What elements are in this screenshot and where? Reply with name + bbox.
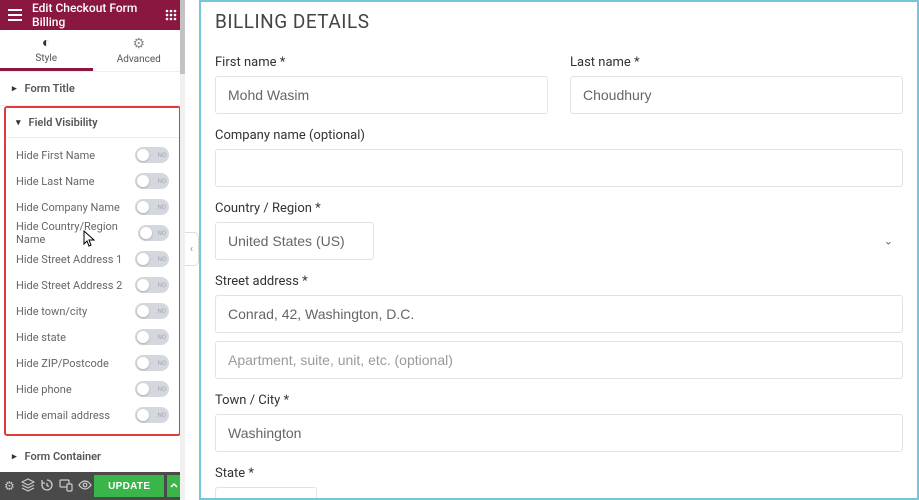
field-visibility-label: Hide state: [16, 331, 66, 344]
country-select[interactable]: United States (US): [215, 222, 374, 260]
sidebar-footer: ⚙ UPDATE: [0, 472, 185, 500]
field-visibility-row: Hide Company Name NO: [16, 194, 169, 220]
section-field-visibility[interactable]: ▾ Field Visibility: [6, 108, 179, 138]
last-name-label: Last name *: [570, 55, 903, 70]
panel-title: Edit Checkout Form Billing: [32, 1, 165, 29]
field-visibility-row: Hide Street Address 2 NO: [16, 272, 169, 298]
state-field: State * California ⌄: [215, 466, 903, 500]
field-visibility-body: Hide First NameNOHide Last NameNOHide Co…: [6, 138, 179, 434]
tab-label: Advanced: [117, 54, 161, 65]
field-visibility-row: Hide state NO: [16, 324, 169, 350]
update-options-button[interactable]: [167, 475, 181, 497]
hamburger-icon[interactable]: [8, 9, 22, 21]
town-label: Town / City *: [215, 393, 903, 408]
field-visibility-row: Hide Country/Region NameNO: [16, 220, 169, 246]
toggle-switch[interactable]: NO: [135, 381, 169, 397]
field-visibility-label: Hide phone: [16, 383, 72, 396]
field-visibility-row: Hide town/city NO: [16, 298, 169, 324]
street-label: Street address *: [215, 274, 903, 289]
toggle-switch[interactable]: NO: [135, 251, 169, 267]
first-name-field: First name *: [215, 55, 548, 114]
update-button[interactable]: UPDATE: [94, 475, 164, 497]
country-label: Country / Region *: [215, 201, 903, 216]
style-icon: ◐: [42, 34, 50, 51]
section-form-container[interactable]: ▸ Form Container: [0, 440, 185, 474]
toggle-switch[interactable]: NO: [135, 303, 169, 319]
toggle-switch[interactable]: NO: [138, 225, 169, 241]
collapse-panel-button[interactable]: ‹: [185, 232, 199, 266]
sidebar-header: Edit Checkout Form Billing: [0, 0, 185, 30]
field-visibility-label: Hide email address: [16, 409, 110, 422]
field-visibility-row: Hide phone NO: [16, 376, 169, 402]
toggle-switch[interactable]: NO: [135, 199, 169, 215]
preview-pane: BILLING DETAILS First name * Last name *…: [199, 0, 919, 500]
section-field-visibility-box: ▾ Field Visibility Hide First NameNOHide…: [4, 106, 181, 436]
billing-heading: BILLING DETAILS: [215, 10, 903, 33]
company-label: Company name (optional): [215, 128, 903, 143]
section-label: Form Container: [25, 450, 101, 463]
toggle-switch[interactable]: NO: [135, 277, 169, 293]
field-visibility-row: Hide Street Address 1 NO: [16, 246, 169, 272]
field-visibility-row: Hide First Name NO: [16, 142, 169, 168]
town-field: Town / City *: [215, 393, 903, 452]
sidebar: Edit Checkout Form Billing ◐ Style ⚙ Adv…: [0, 0, 185, 500]
last-name-field: Last name *: [570, 55, 903, 114]
state-label: State *: [215, 466, 903, 481]
first-name-input[interactable]: [215, 76, 548, 114]
toggle-switch[interactable]: NO: [135, 355, 169, 371]
chevron-down-icon: ▾: [16, 118, 21, 128]
app-grid-icon[interactable]: [165, 9, 177, 21]
responsive-icon[interactable]: [56, 478, 75, 495]
street2-field: [215, 341, 903, 379]
preview-icon[interactable]: [75, 478, 94, 495]
chevron-right-icon: ▸: [12, 452, 17, 462]
toggle-switch[interactable]: NO: [135, 407, 169, 423]
tab-style[interactable]: ◐ Style: [0, 30, 93, 71]
field-visibility-row: Hide email address NO: [16, 402, 169, 428]
history-icon[interactable]: [38, 478, 57, 495]
section-form-title[interactable]: ▸ Form Title: [0, 72, 185, 106]
field-visibility-label: Hide Street Address 1: [16, 253, 122, 266]
settings-icon[interactable]: ⚙: [0, 479, 19, 493]
section-label: Field Visibility: [29, 116, 98, 129]
field-visibility-label: Hide Company Name: [16, 201, 120, 214]
field-visibility-label: Hide Last Name: [16, 175, 95, 188]
tab-advanced[interactable]: ⚙ Advanced: [93, 30, 186, 71]
town-input[interactable]: [215, 414, 903, 452]
street1-input[interactable]: [215, 295, 903, 333]
street2-input[interactable]: [215, 341, 903, 379]
state-select[interactable]: California: [215, 487, 317, 500]
field-visibility-label: Hide ZIP/Postcode: [16, 357, 109, 370]
field-visibility-label: Hide town/city: [16, 305, 87, 318]
field-visibility-row: Hide ZIP/Postcode NO: [16, 350, 169, 376]
toggle-switch[interactable]: NO: [135, 329, 169, 345]
layers-icon[interactable]: [19, 478, 38, 495]
street-field: Street address *: [215, 274, 903, 333]
chevron-right-icon: ▸: [12, 84, 17, 94]
tab-label: Style: [35, 53, 57, 64]
last-name-input[interactable]: [570, 76, 903, 114]
first-name-label: First name *: [215, 55, 548, 70]
field-visibility-row: Hide Last Name NO: [16, 168, 169, 194]
chevron-down-icon: ⌄: [884, 235, 893, 248]
country-field: Country / Region * United States (US) ⌄: [215, 201, 903, 260]
company-field: Company name (optional): [215, 128, 903, 187]
field-visibility-label: Hide Country/Region Name: [16, 220, 138, 246]
tabs: ◐ Style ⚙ Advanced: [0, 30, 185, 72]
field-visibility-label: Hide Street Address 2: [16, 279, 122, 292]
section-label: Form Title: [25, 82, 75, 95]
field-visibility-label: Hide First Name: [16, 149, 95, 162]
gear-icon: ⚙: [132, 36, 145, 52]
company-input[interactable]: [215, 149, 903, 187]
toggle-switch[interactable]: NO: [135, 173, 169, 189]
toggle-switch[interactable]: NO: [135, 147, 169, 163]
